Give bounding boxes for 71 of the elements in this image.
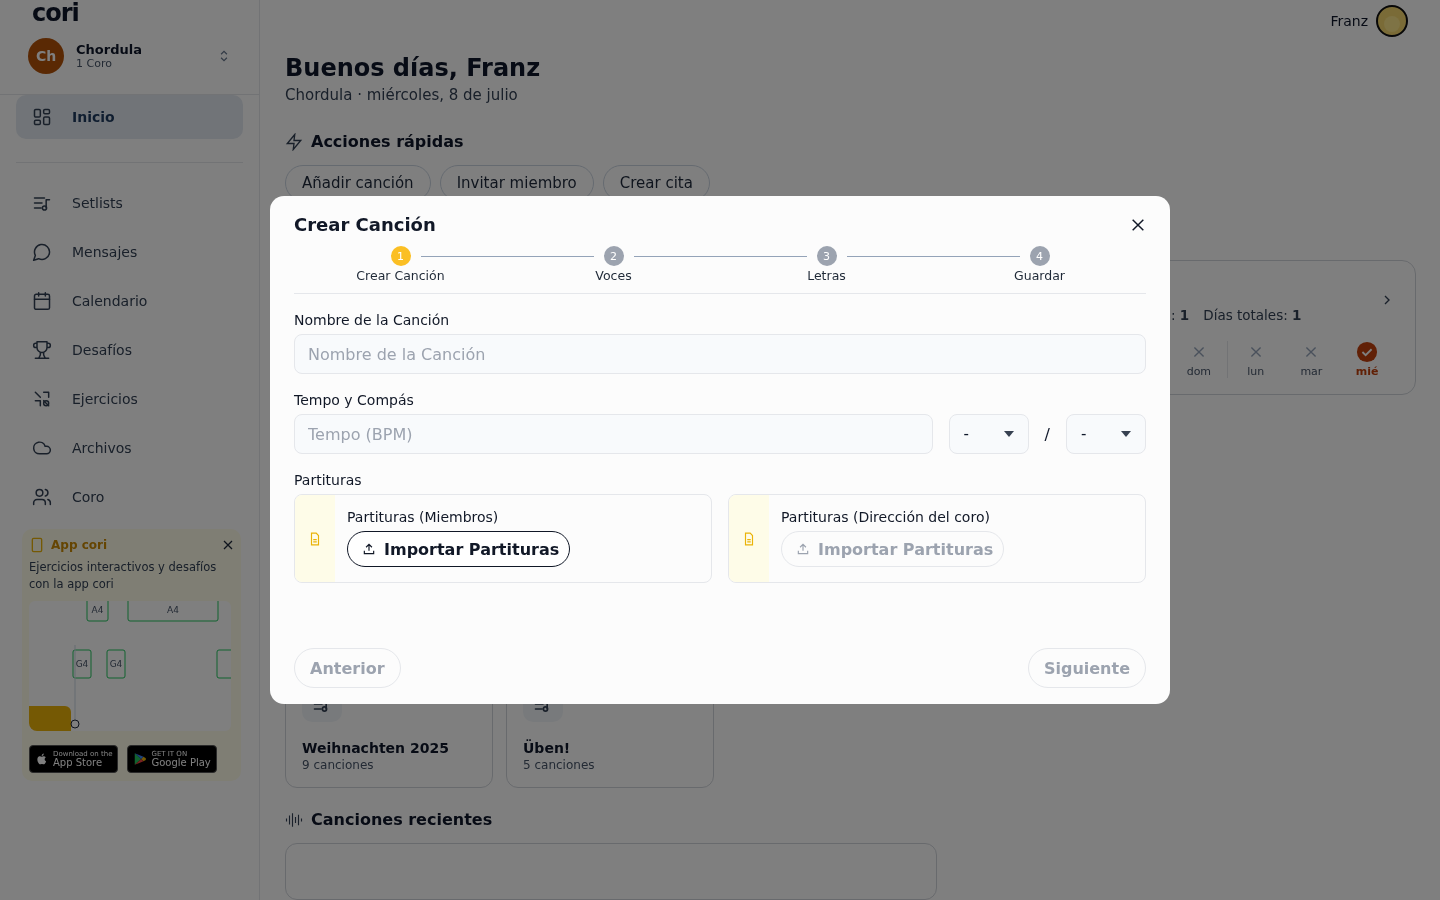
streak-stat: : 1 — [1171, 307, 1190, 324]
nav-item[interactable]: Ejercicios — [16, 377, 243, 421]
streak-stat: Días totales: 1 — [1203, 307, 1302, 324]
step-label: Letras — [807, 268, 846, 283]
separator-text: / — [1044, 424, 1050, 444]
apple-icon — [35, 752, 49, 766]
step-number: 4 — [1029, 246, 1050, 266]
section-title: Canciones recientes — [311, 810, 493, 830]
nav-item[interactable]: Mensajes — [16, 230, 243, 274]
document-icon — [308, 531, 322, 546]
field-label: Nombre de la Canción — [294, 312, 451, 328]
import-button[interactable]: Importar Partituras — [347, 531, 571, 567]
input-field[interactable]: Tempo (BPM) — [294, 414, 933, 454]
step-label: Guardar — [1014, 268, 1065, 283]
upload-card-title: Partituras (Miembros) — [347, 509, 499, 525]
section-title: Acciones rápidas — [311, 132, 464, 152]
select-field[interactable]: - — [1066, 414, 1146, 454]
organization-switcher[interactable]: Ch Chordula 1 Coro — [0, 38, 259, 74]
nav-icon — [32, 107, 52, 127]
day-label: mar — [1300, 365, 1323, 379]
phone-icon — [29, 537, 45, 553]
select-field[interactable]: - — [948, 414, 1029, 454]
nav-item[interactable]: Desafíos — [16, 328, 243, 372]
organization-name: Chordula — [76, 42, 143, 57]
piano-roll-drawing: A4 A4 G4 G4 — [29, 601, 231, 731]
setlist-count: 5 canciones — [523, 758, 596, 773]
promo-text: Ejercicios interactivos y desafíos con la app cori — [29, 559, 218, 593]
setlist-name: Weihnachten 2025 — [302, 740, 450, 757]
nav-icon — [32, 340, 52, 360]
step-number: 1 — [390, 246, 411, 266]
greeting-subtitle: Chordula · miércoles, 8 de julio — [285, 86, 519, 105]
nav-item[interactable]: Archivos — [16, 426, 243, 470]
setlist-count: 9 canciones — [302, 758, 375, 773]
caret-icon — [1121, 431, 1131, 437]
field-label: Partituras — [294, 472, 363, 488]
setlist-name: Üben! — [523, 740, 572, 757]
step-label: Crear Canción — [356, 268, 445, 283]
greeting-title: Buenos días, Franz — [285, 54, 542, 83]
dialog-title: Crear Canción — [294, 214, 436, 235]
upload-icon — [796, 542, 810, 556]
step-number: 3 — [816, 246, 837, 266]
nav-item[interactable]: Inicio — [16, 95, 243, 139]
field-label: Tempo y Compás — [294, 392, 415, 408]
input-field[interactable]: Nombre de la Canción — [294, 334, 1146, 374]
nav-icon — [32, 291, 52, 311]
promo-title: App cori — [51, 538, 109, 552]
nav-icon — [32, 438, 52, 458]
organization-subtitle: 1 Coro — [76, 57, 113, 70]
upload-icon — [362, 542, 376, 556]
step-number: 2 — [603, 246, 624, 266]
document-icon — [742, 531, 756, 546]
nav-item[interactable]: Setlists — [16, 181, 243, 225]
close-icon[interactable] — [1130, 216, 1146, 233]
upload-card-title: Partituras (Dirección del coro) — [781, 509, 990, 525]
lightning-icon — [285, 132, 303, 151]
nav-icon — [32, 389, 52, 409]
nav-icon — [32, 242, 52, 262]
day-label: dom — [1186, 365, 1212, 379]
nav-icon — [32, 487, 52, 507]
organization-avatar: Ch — [28, 38, 64, 74]
user-name: Franz — [1330, 13, 1368, 30]
user-avatar[interactable] — [1376, 5, 1408, 38]
waveform-icon — [285, 810, 303, 829]
caret-icon — [1003, 431, 1014, 437]
logo: cori — [32, 0, 80, 26]
play-store-icon — [133, 752, 148, 766]
nav-item[interactable]: Coro — [16, 475, 243, 519]
nav-item[interactable]: Calendario — [16, 279, 243, 323]
day-label: mié — [1355, 365, 1379, 379]
step-label: Voces — [595, 268, 632, 283]
day-label: lun — [1247, 365, 1265, 379]
